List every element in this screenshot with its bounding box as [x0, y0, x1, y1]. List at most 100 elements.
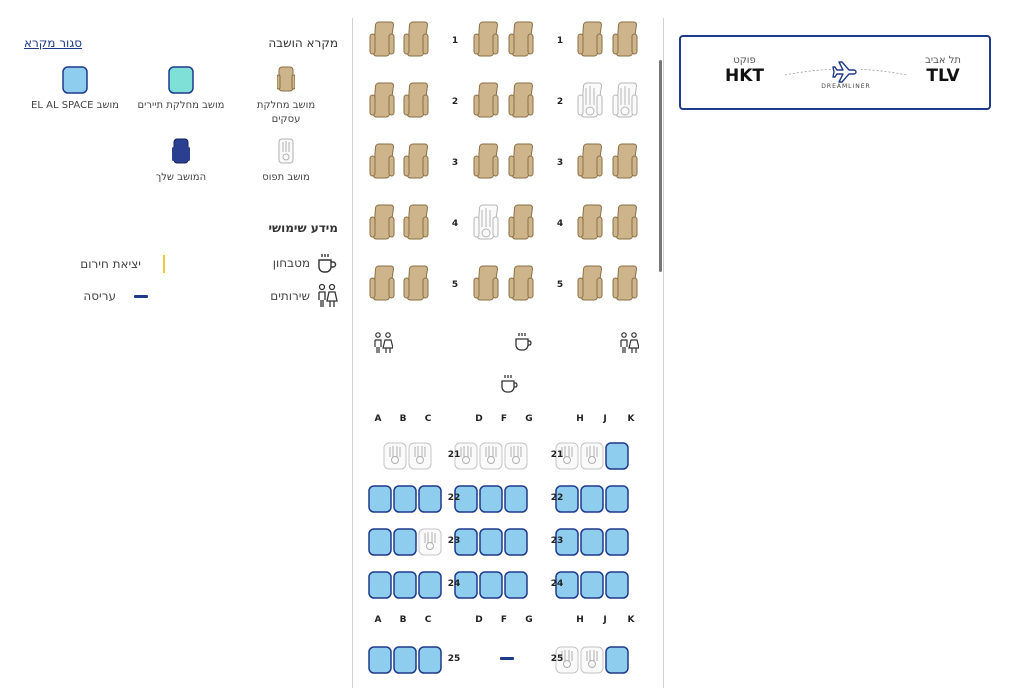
business-seat-5-2[interactable] [403, 264, 429, 306]
seat-21-J [580, 442, 604, 470]
row-number: 3 [556, 158, 564, 168]
seat-21-B [408, 442, 432, 470]
seat-24-J[interactable] [580, 571, 604, 599]
seat-24-C[interactable] [418, 571, 442, 599]
column-letter: H [576, 615, 584, 625]
seat-22-F[interactable] [479, 485, 503, 513]
column-letter: K [627, 414, 635, 424]
row-number: 21 [447, 450, 461, 460]
seat-25-A[interactable] [368, 646, 392, 674]
seat-25-J [580, 646, 604, 674]
business-seat-1-4[interactable] [508, 20, 534, 62]
bassinet-marker [500, 657, 514, 660]
business-seat-2-5 [577, 82, 603, 118]
seat-25-C[interactable] [418, 646, 442, 674]
seat-23-K[interactable] [605, 528, 629, 556]
seat-23-A[interactable] [368, 528, 392, 556]
column-letter: C [424, 615, 432, 625]
business-seat-5-4[interactable] [508, 264, 534, 306]
column-letter: C [424, 414, 432, 424]
seat-23-G[interactable] [504, 528, 528, 556]
legend-title: מקרא הושבה [268, 36, 338, 50]
your-seat-label: המושב שלך [155, 172, 207, 183]
business-seat-3-4[interactable] [508, 142, 534, 184]
lavatory-icon [318, 283, 338, 307]
lavatory-icon [620, 332, 639, 353]
row-number: 5 [556, 280, 564, 290]
useful-info-title: מידע שימושי [268, 221, 338, 235]
business-seat-3-2[interactable] [403, 142, 429, 184]
seat-25-K[interactable] [605, 646, 629, 674]
column-letter: D [475, 615, 483, 625]
column-letter: B [399, 414, 407, 424]
dreamliner-logo: DREAMLINER [821, 83, 871, 90]
business-seat-3-6[interactable] [612, 142, 638, 184]
lavatory-label: שירותים [270, 289, 310, 303]
business-seat-2-3[interactable] [473, 81, 499, 123]
seat-map-scrollbar[interactable] [659, 60, 662, 272]
seat-24-F[interactable] [479, 571, 503, 599]
business-seat-5-5[interactable] [577, 264, 603, 306]
seat-23-F[interactable] [479, 528, 503, 556]
column-letter: H [576, 414, 584, 424]
business-seat-4-5[interactable] [577, 203, 603, 245]
row-number: 2 [556, 97, 564, 107]
bassinet-label: עריסה [83, 289, 116, 303]
seat-map[interactable]: 11 22 3 3 4 4 5 5 A B C D F G H J K A B … [352, 18, 664, 688]
seat-24-A[interactable] [368, 571, 392, 599]
business-seat-2-2[interactable] [403, 81, 429, 123]
row-number: 4 [451, 219, 459, 229]
business-seat-2-4[interactable] [508, 81, 534, 123]
seat-25-B[interactable] [393, 646, 417, 674]
business-seat-2-1[interactable] [369, 81, 395, 123]
seat-24-B[interactable] [393, 571, 417, 599]
origin-city: תל אביב TLV [925, 55, 961, 86]
seat-22-J[interactable] [580, 485, 604, 513]
business-seat-1-5[interactable] [577, 20, 603, 62]
seat-23-C [418, 528, 442, 556]
column-letter: G [525, 615, 533, 625]
seat-22-K[interactable] [605, 485, 629, 513]
business-seat-5-1[interactable] [369, 264, 395, 306]
business-seat-1-1[interactable] [369, 20, 395, 62]
seat-22-C[interactable] [418, 485, 442, 513]
seat-21-G [504, 442, 528, 470]
seat-22-B[interactable] [393, 485, 417, 513]
row-number: 3 [451, 158, 459, 168]
business-seat-1-6[interactable] [612, 20, 638, 62]
business-seat-5-6[interactable] [612, 264, 638, 306]
seat-23-J[interactable] [580, 528, 604, 556]
business-seat-1-3[interactable] [473, 20, 499, 62]
business-seat-4-2[interactable] [403, 203, 429, 245]
exit-label: יציאת חירום [80, 257, 141, 271]
business-seat-4-4[interactable] [508, 203, 534, 245]
seat-21-K[interactable] [605, 442, 629, 470]
column-letter: A [374, 615, 382, 625]
close-legend-link[interactable]: סגור מקרא [24, 36, 82, 50]
seat-24-G[interactable] [504, 571, 528, 599]
legend-taken-seat: מושב תפוס [241, 138, 331, 185]
seat-22-A[interactable] [368, 485, 392, 513]
seat-22-G[interactable] [504, 485, 528, 513]
seat-23-B[interactable] [393, 528, 417, 556]
taken-seat-icon [278, 138, 294, 164]
seat-24-K[interactable] [605, 571, 629, 599]
legend-space-seat: מושב EL AL SPACE [30, 66, 120, 113]
business-seat-4-1[interactable] [369, 203, 395, 245]
seat-21-A [383, 442, 407, 470]
business-seat-5-3[interactable] [473, 264, 499, 306]
column-letter: K [627, 615, 635, 625]
business-seat-label: מושב מחלקת עסקים [256, 100, 316, 125]
business-seat-4-6[interactable] [612, 203, 638, 245]
business-seat-3-5[interactable] [577, 142, 603, 184]
info-galley: מטבחון [273, 252, 338, 274]
business-seat-3-3[interactable] [473, 142, 499, 184]
galley-icon [515, 333, 532, 351]
economy-seat-label: מושב מחלקת תיירים [137, 100, 225, 111]
galley-label: מטבחון [272, 256, 310, 270]
legend-economy-seat: מושב מחלקת תיירים [136, 66, 226, 113]
business-seat-1-2[interactable] [403, 20, 429, 62]
info-lavatory: שירותים [270, 283, 338, 309]
row-number: 23 [447, 536, 461, 546]
business-seat-3-1[interactable] [369, 142, 395, 184]
